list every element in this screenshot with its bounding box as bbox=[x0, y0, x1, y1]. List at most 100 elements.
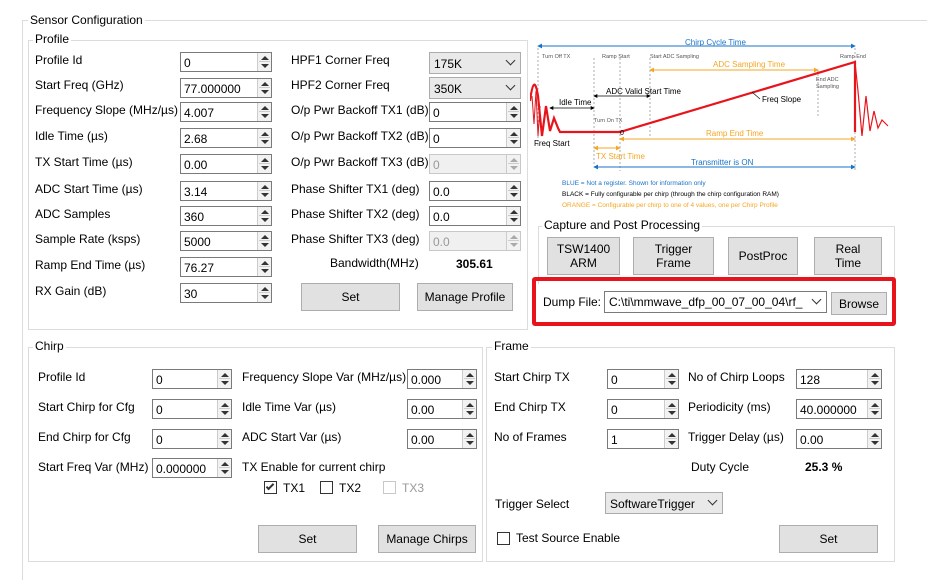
hpf1-label: HPF1 Corner Freq bbox=[291, 53, 390, 67]
hpf2-select[interactable]: 350K bbox=[429, 77, 521, 99]
tsw-line-1: TSW1400 bbox=[556, 242, 611, 256]
periodicity-input[interactable]: 40.000000 bbox=[796, 399, 882, 419]
spin-arrows-icon[interactable] bbox=[664, 400, 678, 418]
chirp-set-button[interactable]: Set bbox=[258, 525, 357, 553]
idle-time-input[interactable]: 2.68 bbox=[180, 128, 272, 148]
freq-start-text: Freq Start bbox=[534, 139, 570, 148]
dump-file-select[interactable]: C:\ti\mmwave_dfp_00_07_00_04\rf_ bbox=[604, 291, 827, 313]
end-chirp-cfg-label: End Chirp for Cfg bbox=[38, 430, 131, 444]
chevron-down-icon bbox=[811, 294, 822, 305]
frame-set-button[interactable]: Set bbox=[779, 525, 878, 553]
spin-arrows-icon[interactable] bbox=[867, 430, 881, 448]
spin-arrows-icon[interactable] bbox=[217, 400, 231, 418]
ramp-end-ringing bbox=[854, 61, 889, 137]
tx3-label: TX3 bbox=[402, 481, 425, 495]
spin-arrows-icon[interactable] bbox=[257, 284, 271, 302]
start-adc-sampling-text: Start ADC Sampling bbox=[650, 54, 699, 60]
spin-arrows-icon[interactable] bbox=[506, 207, 520, 225]
start-chirp-tx-input[interactable]: 0 bbox=[607, 369, 679, 389]
chevron-down-icon bbox=[505, 55, 516, 66]
phase-tx2-input[interactable]: 0.0 bbox=[429, 206, 521, 226]
trigger-delay-input[interactable]: 0.00 bbox=[796, 429, 882, 449]
phase-tx3-label: Phase Shifter TX3 (deg) bbox=[291, 232, 420, 246]
no-of-frames-input[interactable]: 1 bbox=[607, 429, 679, 449]
spin-arrows-icon[interactable] bbox=[664, 370, 678, 388]
tx-start-time-text: TX Start Time bbox=[596, 152, 645, 161]
tx-start-time-input[interactable]: 0.00 bbox=[180, 154, 272, 174]
spin-arrows-icon[interactable] bbox=[217, 370, 231, 388]
start-freq-input[interactable]: 77.000000 bbox=[180, 78, 272, 98]
profile-set-button[interactable]: Set bbox=[301, 283, 400, 311]
adc-start-time-input[interactable]: 3.14 bbox=[180, 181, 272, 201]
trigger-select-label: Trigger Select bbox=[495, 497, 570, 511]
tsw1400-arm-button[interactable]: TSW1400 ARM bbox=[547, 237, 620, 275]
spin-arrows-icon[interactable] bbox=[257, 103, 271, 121]
spin-arrows-icon[interactable] bbox=[462, 430, 476, 448]
spin-arrows-icon[interactable] bbox=[257, 258, 271, 276]
zero-text: 0 bbox=[620, 130, 624, 137]
spin-arrows-icon[interactable] bbox=[257, 53, 271, 71]
spin-arrows-icon[interactable] bbox=[217, 430, 231, 448]
start-freq-label: Start Freq (GHz) bbox=[35, 78, 124, 92]
freq-slope-var-input[interactable]: 0.000 bbox=[407, 369, 477, 389]
chirp-profile-id-input[interactable]: 0 bbox=[152, 369, 232, 389]
postproc-button[interactable]: PostProc bbox=[728, 237, 798, 275]
spin-arrows-icon[interactable] bbox=[257, 129, 271, 147]
tx2-checkbox[interactable] bbox=[320, 481, 333, 494]
spin-arrows-icon[interactable] bbox=[257, 155, 271, 173]
real-time-button[interactable]: Real Time bbox=[814, 237, 882, 275]
spin-arrows-icon[interactable] bbox=[257, 207, 271, 225]
spin-arrows-icon[interactable] bbox=[257, 79, 271, 97]
tx1-checkbox[interactable] bbox=[264, 481, 277, 494]
ramp-end-time-input[interactable]: 76.27 bbox=[180, 257, 272, 277]
profile-id-input[interactable]: 0 bbox=[180, 52, 272, 72]
tx-start-time-label: TX Start Time (µs) bbox=[35, 155, 133, 169]
ramp-end-time-label: Ramp End Time (µs) bbox=[35, 258, 146, 272]
end-chirp-cfg-input[interactable]: 0 bbox=[152, 429, 232, 449]
spin-arrows-icon[interactable] bbox=[506, 129, 520, 147]
spin-arrows-icon[interactable] bbox=[506, 182, 520, 200]
chirp-loops-input[interactable]: 128 bbox=[796, 369, 882, 389]
freq-slope-var-label: Frequency Slope Var (MHz/µs) bbox=[242, 370, 407, 384]
hpf1-select[interactable]: 175K bbox=[429, 52, 521, 74]
phase-tx1-input[interactable]: 0.0 bbox=[429, 181, 521, 201]
rx-gain-input[interactable]: 30 bbox=[180, 283, 272, 303]
spin-arrows-icon[interactable] bbox=[257, 232, 271, 250]
spin-arrows-icon[interactable] bbox=[867, 400, 881, 418]
spin-arrows-icon[interactable] bbox=[664, 430, 678, 448]
trigger-select-dropdown[interactable]: SoftwareTrigger bbox=[605, 492, 723, 514]
sample-rate-input[interactable]: 5000 bbox=[180, 231, 272, 251]
duty-cycle-value: 25.3 % bbox=[805, 460, 843, 474]
spin-arrows-icon[interactable] bbox=[462, 370, 476, 388]
manage-chirps-button[interactable]: Manage Chirps bbox=[378, 525, 476, 553]
adc-samples-input[interactable]: 360 bbox=[180, 206, 272, 226]
manage-profile-button[interactable]: Manage Profile bbox=[417, 283, 513, 311]
chirp-profile-id-label: Profile Id bbox=[38, 370, 86, 384]
periodicity-label: Periodicity (ms) bbox=[688, 400, 771, 414]
spin-arrows-icon[interactable] bbox=[506, 103, 520, 121]
backoff-tx2-input[interactable]: 0 bbox=[429, 128, 521, 148]
trigger-frame-button[interactable]: Trigger Frame bbox=[633, 237, 714, 275]
tx3-checkbox bbox=[383, 481, 396, 494]
backoff-tx1-input[interactable]: 0 bbox=[429, 102, 521, 122]
test-source-checkbox[interactable] bbox=[497, 532, 510, 545]
start-freq-var-input[interactable]: 0.000000 bbox=[152, 458, 232, 478]
idle-time-var-input[interactable]: 0.00 bbox=[407, 399, 477, 419]
dump-file-label: Dump File: bbox=[543, 295, 602, 309]
sample-rate-label: Sample Rate (ksps) bbox=[35, 232, 141, 246]
end-chirp-tx-input[interactable]: 0 bbox=[607, 399, 679, 419]
spin-arrows-icon[interactable] bbox=[217, 459, 231, 477]
rx-gain-label: RX Gain (dB) bbox=[35, 284, 107, 298]
idle-time-label: Idle Time (µs) bbox=[35, 129, 108, 143]
browse-button[interactable]: Browse bbox=[831, 292, 887, 315]
adc-start-time-label: ADC Start Time (µs) bbox=[35, 182, 143, 196]
spin-arrows-icon[interactable] bbox=[257, 182, 271, 200]
adc-start-var-input[interactable]: 0.00 bbox=[407, 429, 477, 449]
spin-arrows-icon bbox=[506, 155, 520, 173]
spin-arrows-icon[interactable] bbox=[462, 400, 476, 418]
start-chirp-cfg-input[interactable]: 0 bbox=[152, 399, 232, 419]
chevron-down-icon bbox=[505, 80, 516, 91]
idle-time-var-label: Idle Time Var (µs) bbox=[242, 400, 337, 414]
spin-arrows-icon[interactable] bbox=[867, 370, 881, 388]
frequency-slope-input[interactable]: 4.007 bbox=[180, 102, 272, 122]
